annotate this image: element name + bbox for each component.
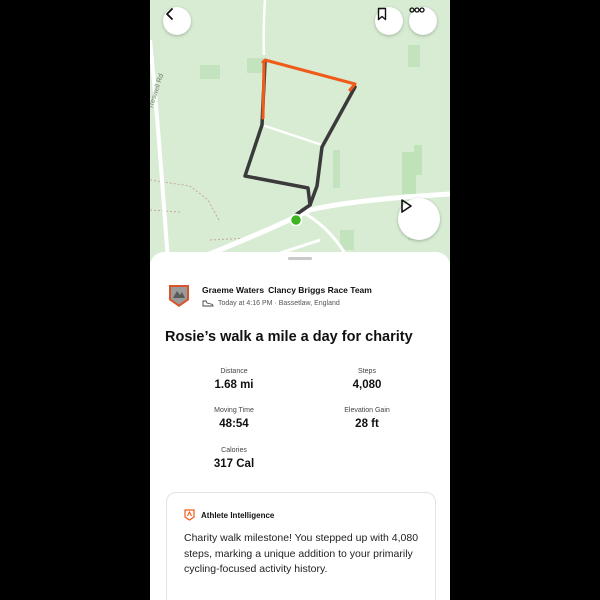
stat-label: Calories [221, 447, 247, 454]
athlete-intelligence-icon [184, 509, 195, 521]
chevron-left-icon [166, 8, 173, 20]
stat-label: Moving Time [214, 407, 254, 414]
start-marker [289, 213, 303, 227]
bookmark-icon [377, 7, 387, 21]
athlete-line[interactable]: Graeme Waters Clancy Briggs Race Team [202, 285, 376, 295]
activity-sheet: Graeme Waters Clancy Briggs Race Team Tod… [150, 252, 450, 600]
stat-label: Distance [220, 368, 248, 375]
ai-card-header: Athlete Intelligence [184, 509, 274, 521]
stat-moving-time: Moving Time 48:54 [179, 407, 289, 430]
route-map[interactable]: Treswell Rd [150, 0, 450, 262]
ai-card-title: Athlete Intelligence [201, 510, 275, 520]
stat-elevation-gain: Elevation Gain 28 ft [312, 407, 422, 430]
stat-value: 28 ft [355, 418, 379, 430]
more-options-button[interactable] [409, 7, 437, 35]
activity-meta-text: Today at 4:16 PM · Bassetlaw, England [218, 299, 340, 307]
stat-label: Elevation Gain [344, 407, 390, 414]
ai-card-text: Charity walk milestone! You stepped up w… [184, 532, 419, 575]
stat-value: 48:54 [219, 418, 249, 430]
stat-label: Steps [358, 368, 376, 375]
club-badge-icon [169, 285, 189, 307]
activity-meta: Today at 4:16 PM · Bassetlaw, England [202, 299, 340, 307]
play-icon [401, 199, 412, 213]
stat-value: 317 Cal [213, 458, 255, 470]
avatar[interactable] [168, 284, 190, 308]
stat-calories: Calories 317 Cal [179, 447, 289, 470]
athlete-intelligence-card[interactable]: Athlete Intelligence Charity walk milest… [166, 492, 436, 600]
bookmark-button[interactable] [375, 7, 403, 35]
stat-distance: Distance 1.68 mi [179, 368, 289, 391]
shoe-icon [202, 300, 214, 307]
athlete-name[interactable]: Graeme Waters [202, 285, 264, 295]
route-highlight [261, 58, 357, 92]
back-button[interactable] [163, 7, 191, 35]
stat-steps: Steps 4,080 [312, 368, 422, 391]
play-flyover-button[interactable] [398, 198, 440, 240]
club-name[interactable]: Clancy Briggs Race Team [268, 285, 372, 295]
route-line [295, 85, 357, 216]
activity-title: Rosie’s walk a mile a day for charity [165, 329, 413, 345]
sheet-handle[interactable] [288, 257, 312, 260]
phone-screen: Treswell Rd Graeme Waters Clancy Briggs … [150, 0, 450, 600]
more-horizontal-icon [409, 7, 425, 13]
stat-value: 4,080 [352, 379, 382, 391]
stat-value: 1.68 mi [214, 379, 254, 391]
